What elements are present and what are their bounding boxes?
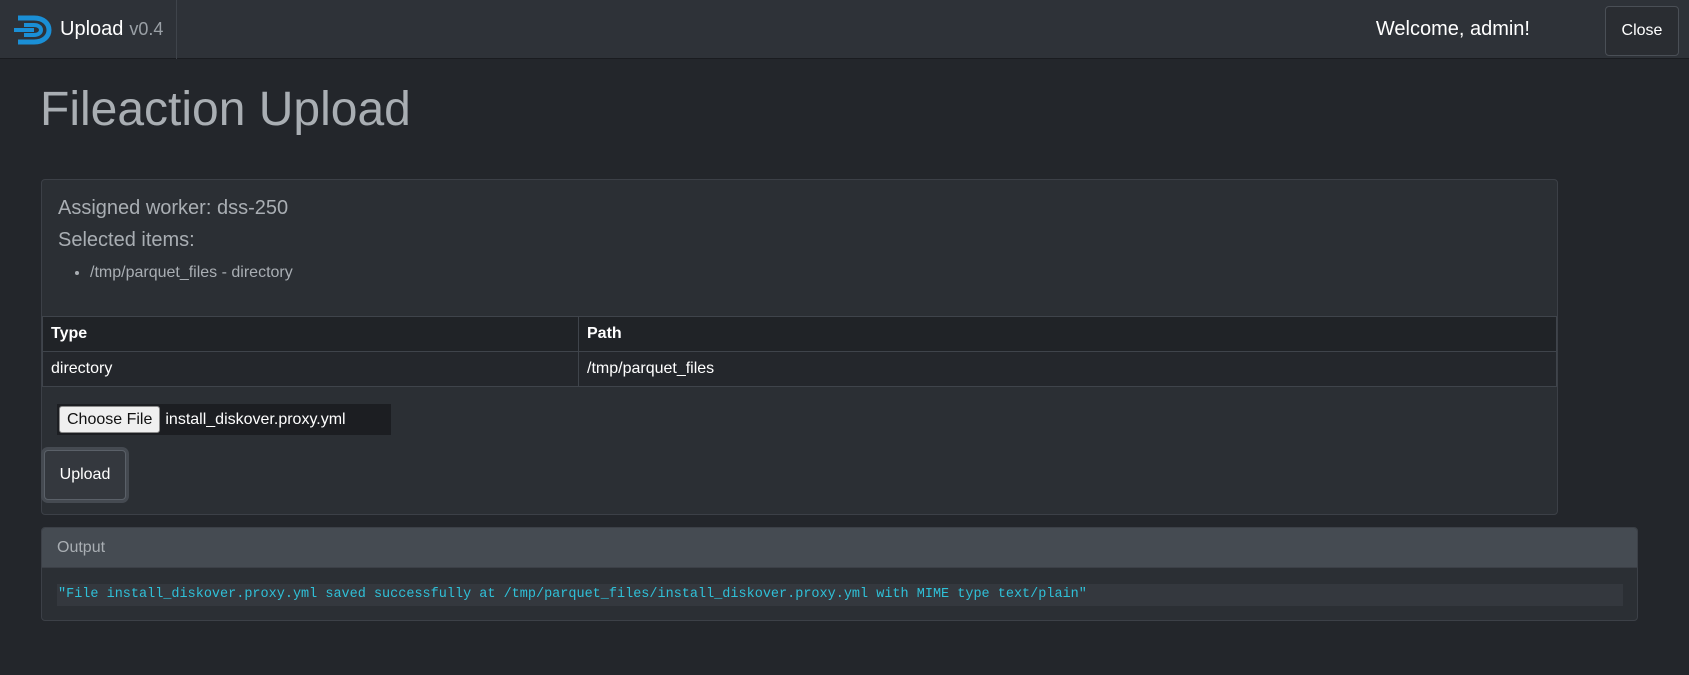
column-header-path: Path [578, 316, 1557, 352]
output-card: Output "File install_diskover.proxy.yml … [41, 527, 1638, 621]
top-navbar: Upload v0.4 Welcome, admin! Close [0, 0, 1689, 59]
cell-type: directory [42, 351, 579, 387]
table-row: directory /tmp/parquet_files [42, 351, 1557, 387]
column-header-type: Type [42, 316, 579, 352]
app-version: v0.4 [129, 19, 164, 39]
items-table: Type Path directory /tmp/parquet_files [42, 316, 1557, 387]
upload-card: Assigned worker: dss-250 Selected items:… [41, 179, 1558, 515]
file-input[interactable]: Choose File install_diskover.proxy.yml [57, 404, 391, 435]
list-item: /tmp/parquet_files - directory [90, 262, 293, 284]
table-header-row: Type Path [42, 316, 1557, 352]
app-name: Upload [60, 18, 124, 40]
page-title: Fileaction Upload [40, 83, 411, 136]
selected-items-list: /tmp/parquet_files - directory [58, 262, 293, 284]
output-header: Output [42, 528, 1637, 568]
selected-file-name: install_diskover.proxy.yml [165, 410, 346, 428]
output-text: "File install_diskover.proxy.yml saved s… [57, 584, 1623, 606]
diskover-logo-icon [14, 15, 52, 44]
welcome-text: Welcome, admin! [1375, 18, 1530, 40]
choose-file-button[interactable]: Choose File [59, 406, 161, 433]
cell-path: /tmp/parquet_files [578, 351, 1557, 387]
upload-button[interactable]: Upload [44, 450, 126, 500]
assigned-worker: Assigned worker: dss-250 [58, 197, 289, 219]
selected-items-label: Selected items: [58, 229, 195, 251]
close-button[interactable]: Close [1605, 6, 1679, 56]
brand[interactable]: Upload v0.4 [0, 0, 177, 59]
